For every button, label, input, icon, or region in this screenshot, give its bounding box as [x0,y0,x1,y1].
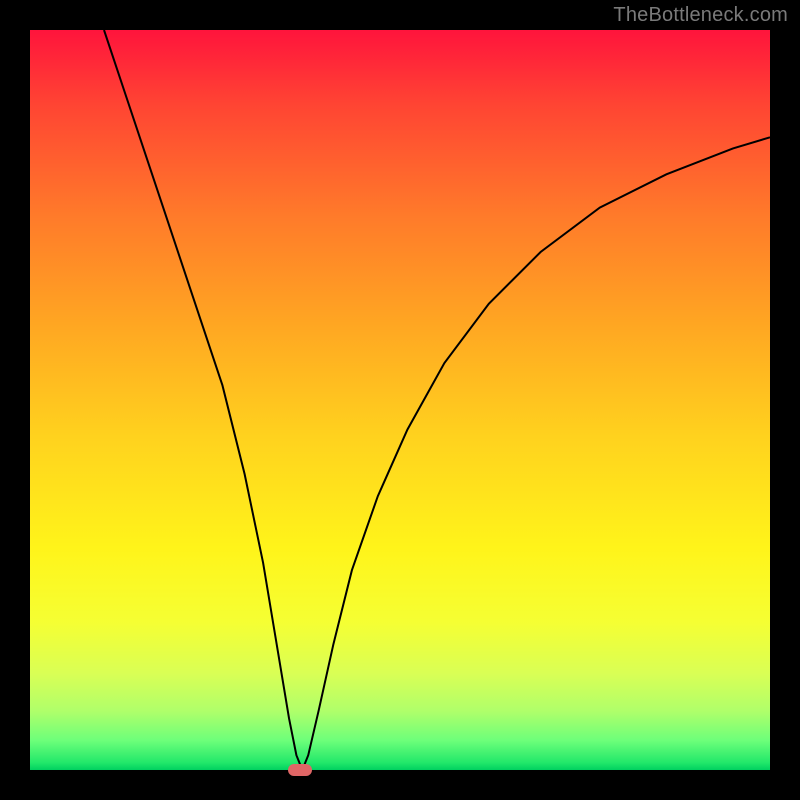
plot-area [30,30,770,770]
minimum-marker [288,764,312,776]
curve-line [104,30,770,770]
watermark-text: TheBottleneck.com [613,4,788,27]
chart-frame: TheBottleneck.com [0,0,800,800]
bottleneck-curve [30,30,770,770]
